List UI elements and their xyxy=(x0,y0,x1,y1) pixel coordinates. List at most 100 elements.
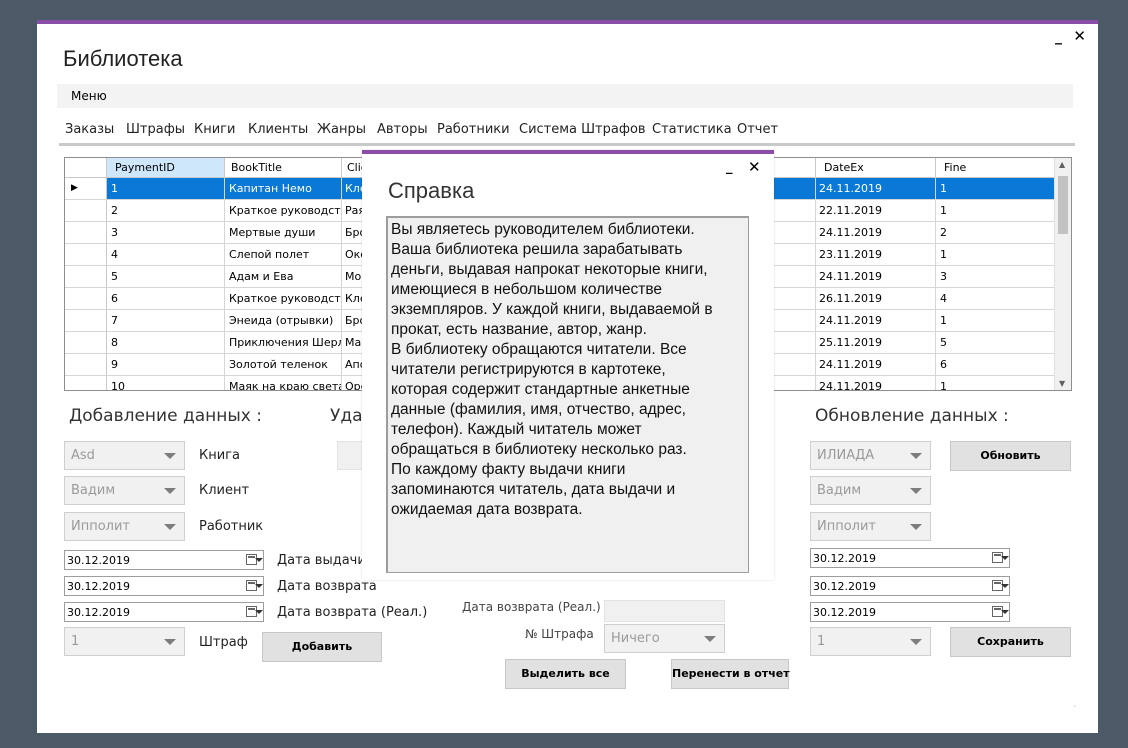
cell-fine[interactable]: 1 xyxy=(936,310,1054,332)
tab-workers[interactable]: Работники xyxy=(437,122,510,137)
delete-real-return-date-field[interactable] xyxy=(604,600,725,622)
resize-grip-icon[interactable]: · xyxy=(1073,702,1076,711)
tab-report[interactable]: Отчет xyxy=(737,122,778,137)
minimize-button[interactable]: _ xyxy=(1055,30,1062,44)
cell-id[interactable]: 3 xyxy=(107,222,225,244)
row-header xyxy=(65,376,107,390)
cell-fine[interactable]: 1 xyxy=(936,178,1054,200)
add-fine-label: Штраф xyxy=(199,635,248,650)
scroll-up-icon[interactable]: ▲ xyxy=(1059,160,1065,169)
cell-title[interactable]: Мертвые души xyxy=(225,222,342,244)
cell-date[interactable]: 23.11.2019 xyxy=(816,244,936,266)
column-header-paymentid[interactable]: PaymentID xyxy=(107,158,225,178)
cell-fine[interactable]: 5 xyxy=(936,332,1054,354)
tab-orders[interactable]: Заказы xyxy=(65,122,114,137)
help-text[interactable]: Вы являетесь руководителем библиотеки. В… xyxy=(386,216,749,573)
cell-date[interactable]: 24.11.2019 xyxy=(816,178,936,200)
tab-statistics[interactable]: Статистика xyxy=(652,122,732,137)
cell-id[interactable]: 8 xyxy=(107,332,225,354)
column-header-dateex[interactable]: DateEx xyxy=(816,158,936,178)
cell-title[interactable]: Слепой полет xyxy=(225,244,342,266)
update-date-picker-1[interactable]: 30.12.2019 xyxy=(810,548,1010,568)
update-date-value-3: 30.12.2019 xyxy=(813,606,876,619)
update-button[interactable]: Обновить xyxy=(950,441,1071,471)
row-header xyxy=(65,200,107,222)
scrollbar-thumb[interactable] xyxy=(1058,176,1068,234)
column-header-fine[interactable]: Fine xyxy=(936,158,1054,178)
row-header xyxy=(65,332,107,354)
help-minimize-button[interactable]: _ xyxy=(726,160,733,175)
cell-id[interactable]: 9 xyxy=(107,354,225,376)
grid-vertical-scrollbar[interactable]: ▲ ▼ xyxy=(1054,158,1071,390)
add-button[interactable]: Добавить xyxy=(262,632,382,662)
cell-title[interactable]: Приключения Шерл... xyxy=(225,332,342,354)
tab-authors[interactable]: Авторы xyxy=(377,122,428,137)
cell-fine[interactable]: 1 xyxy=(936,200,1054,222)
update-book-combo[interactable]: ИЛИАДА xyxy=(810,441,931,470)
cell-fine[interactable]: 3 xyxy=(936,266,1054,288)
update-fine-combo[interactable]: 1 xyxy=(810,627,931,656)
chevron-down-icon xyxy=(164,639,176,645)
tab-genres[interactable]: Жанры xyxy=(317,122,366,137)
column-header-booktitle[interactable]: BookTitle xyxy=(225,158,342,178)
add-worker-value: Ипполит xyxy=(71,519,131,534)
add-return-date-picker[interactable]: 30.12.2019 xyxy=(64,576,264,596)
cell-fine[interactable]: 4 xyxy=(936,288,1054,310)
cell-title[interactable]: Краткое руководст... xyxy=(225,200,342,222)
select-all-button[interactable]: Выделить все xyxy=(505,659,626,689)
cell-fine[interactable]: 6 xyxy=(936,354,1054,376)
chevron-down-icon xyxy=(910,639,922,645)
cell-date[interactable]: 22.11.2019 xyxy=(816,200,936,222)
chevron-down-icon xyxy=(704,636,716,642)
add-worker-combo[interactable]: Ипполит xyxy=(64,512,185,541)
cell-id[interactable]: 6 xyxy=(107,288,225,310)
update-client-combo[interactable]: Вадим xyxy=(810,476,931,505)
delete-fine-no-combo[interactable]: Ничего xyxy=(604,624,725,653)
chevron-down-icon xyxy=(910,524,922,530)
cell-title[interactable]: Адам и Ева xyxy=(225,266,342,288)
save-button[interactable]: Сохранить xyxy=(950,627,1071,657)
update-date-picker-2[interactable]: 30.12.2019 xyxy=(810,576,1010,596)
cell-title[interactable]: Золотой теленок xyxy=(225,354,342,376)
scroll-down-icon[interactable]: ▼ xyxy=(1059,379,1065,388)
cell-title[interactable]: Энеида (отрывки) xyxy=(225,310,342,332)
cell-title[interactable]: Маяк на краю света xyxy=(225,376,342,390)
cell-fine[interactable]: 1 xyxy=(936,244,1054,266)
cell-id[interactable]: 1 xyxy=(107,178,225,200)
cell-date[interactable]: 24.11.2019 xyxy=(816,222,936,244)
add-issue-date-picker[interactable]: 30.12.2019 xyxy=(64,550,264,570)
tab-fines[interactable]: Штрафы xyxy=(126,122,185,137)
row-header xyxy=(65,310,107,332)
update-date-picker-3[interactable]: 30.12.2019 xyxy=(810,602,1010,622)
add-book-combo[interactable]: Asd xyxy=(64,441,185,470)
cell-id[interactable]: 2 xyxy=(107,200,225,222)
update-worker-combo[interactable]: Ипполит xyxy=(810,512,931,541)
cell-id[interactable]: 5 xyxy=(107,266,225,288)
cell-title[interactable]: Краткое руководст... xyxy=(225,288,342,310)
cell-date[interactable]: 25.11.2019 xyxy=(816,332,936,354)
tab-clients[interactable]: Клиенты xyxy=(248,122,308,137)
add-real-return-date-picker[interactable]: 30.12.2019 xyxy=(64,602,264,622)
help-close-button[interactable]: ✕ xyxy=(748,158,761,176)
cell-fine[interactable]: 2 xyxy=(936,222,1054,244)
row-header-corner xyxy=(65,158,107,178)
delete-fine-no-label: № Штрафа xyxy=(525,627,594,641)
cell-date[interactable]: 24.11.2019 xyxy=(816,354,936,376)
cell-date[interactable]: 24.11.2019 xyxy=(816,310,936,332)
cell-id[interactable]: 4 xyxy=(107,244,225,266)
cell-id[interactable]: 10 xyxy=(107,376,225,390)
move-to-report-button[interactable]: Перенести в отчет xyxy=(671,659,790,689)
tab-fine-system[interactable]: Система Штрафов xyxy=(519,122,646,137)
tab-books[interactable]: Книги xyxy=(194,122,235,137)
chevron-down-icon xyxy=(1001,556,1009,560)
cell-fine[interactable]: 1 xyxy=(936,376,1054,390)
add-fine-combo[interactable]: 1 xyxy=(64,627,185,656)
close-button[interactable]: ✕ xyxy=(1073,28,1086,44)
menu-item-menu[interactable]: Меню xyxy=(71,89,107,103)
cell-id[interactable]: 7 xyxy=(107,310,225,332)
add-client-combo[interactable]: Вадим xyxy=(64,476,185,505)
cell-date[interactable]: 24.11.2019 xyxy=(816,266,936,288)
cell-date[interactable]: 24.11.2019 xyxy=(816,376,936,390)
cell-date[interactable]: 26.11.2019 xyxy=(816,288,936,310)
cell-title[interactable]: Капитан Немо xyxy=(225,178,342,200)
